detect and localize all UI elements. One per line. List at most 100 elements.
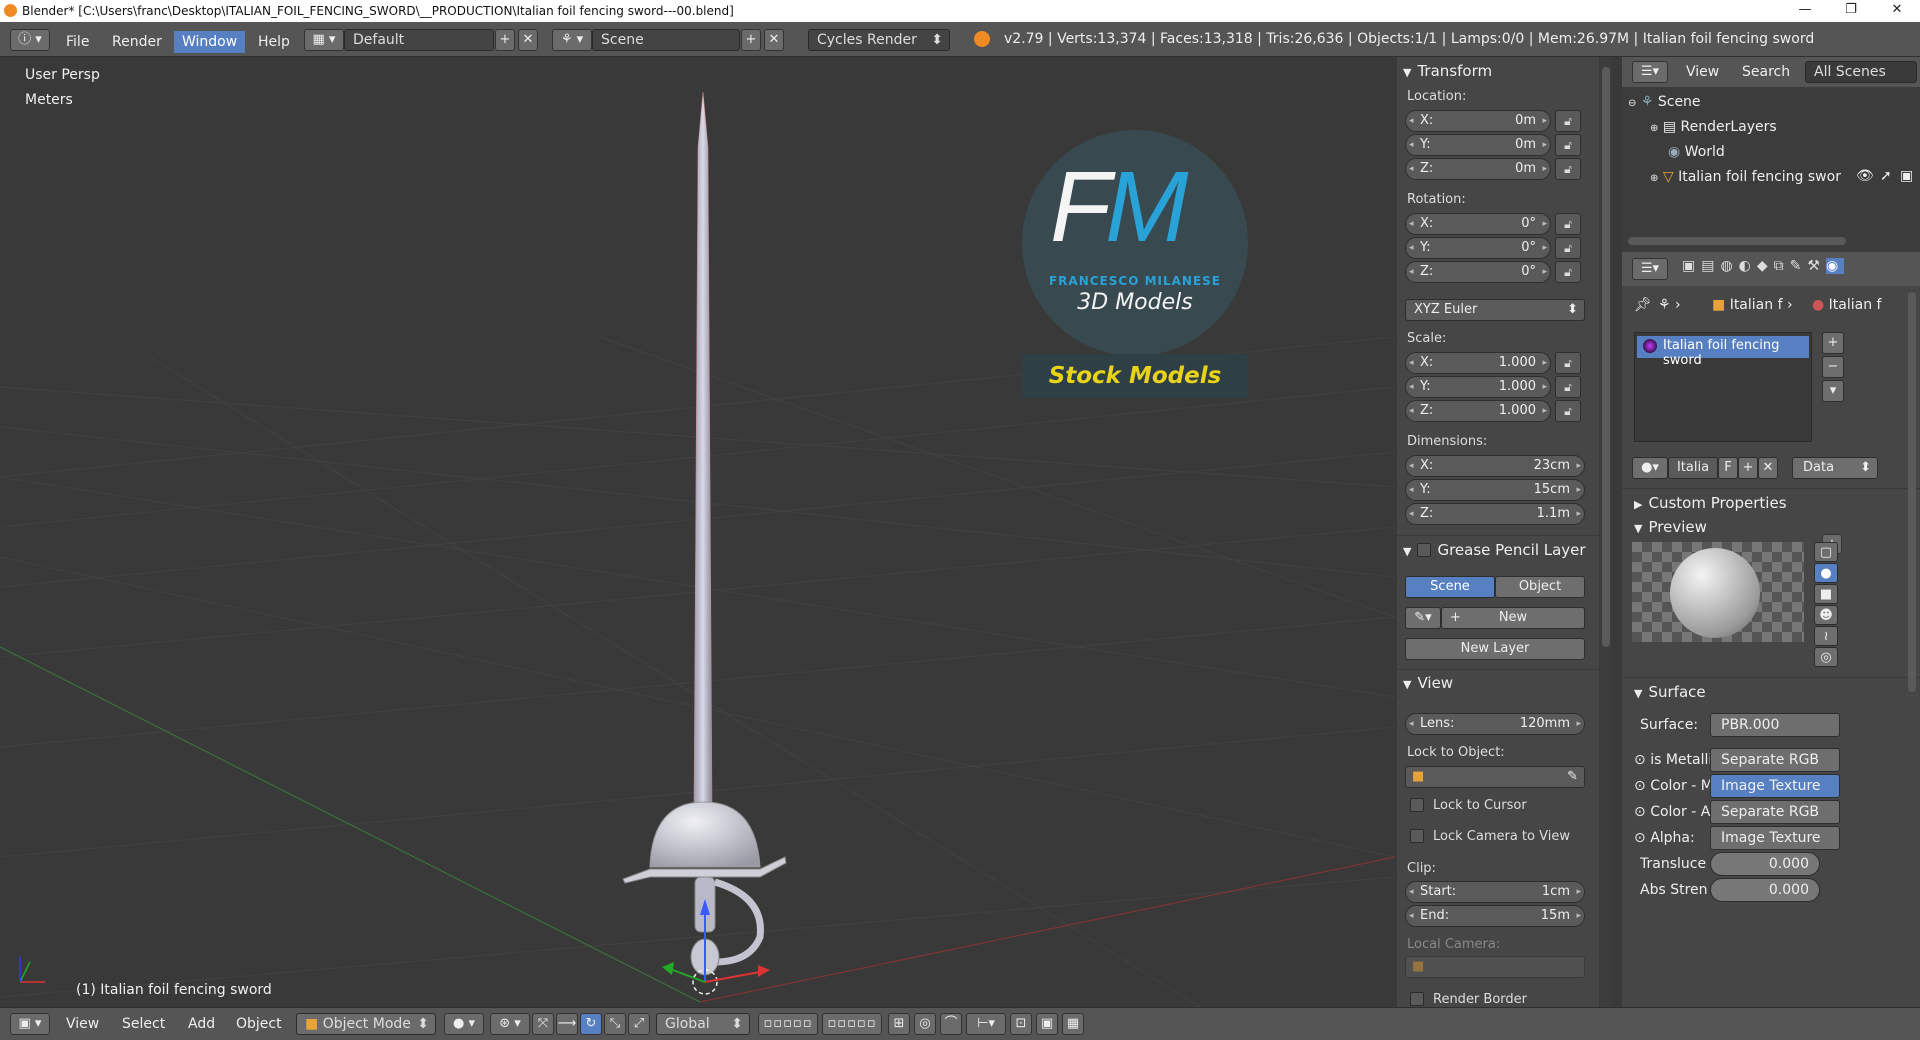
snap-target-icon[interactable]: ⊡ xyxy=(1010,1013,1032,1035)
menu-select[interactable]: Select xyxy=(122,1016,165,1032)
material-slots-list[interactable]: Italian foil fencing sword xyxy=(1634,332,1812,442)
context-tabs[interactable]: ▣▤◍◐◆⧉✎⚒◉ xyxy=(1682,258,1920,280)
unlink-material-icon[interactable]: ✕ xyxy=(1758,457,1778,479)
tree-item-renderlayers[interactable]: ⊕ ▤ RenderLayers xyxy=(1650,119,1777,135)
local-camera-field[interactable]: ■ xyxy=(1405,956,1585,978)
dimensions-y-field[interactable]: ◂ Y: 15cm ▸ xyxy=(1405,479,1585,501)
clip-start-field[interactable]: ◂ Start: 1cm ▸ xyxy=(1405,881,1585,903)
breadcrumb-object[interactable]: ■ Italian f › xyxy=(1712,297,1793,313)
proportional-edit-icon[interactable]: ◎ xyxy=(914,1013,936,1035)
lock-object-field[interactable]: ■ ✎ xyxy=(1405,766,1585,788)
lens-field[interactable]: ◂ Lens: 120mm ▸ xyxy=(1405,713,1585,735)
shading-select[interactable]: ● ▾ xyxy=(444,1013,484,1035)
lock-icon[interactable]: 🔓︎ xyxy=(1555,134,1581,156)
add-scene-icon[interactable]: + xyxy=(741,29,761,51)
close-button[interactable]: ✕ xyxy=(1874,0,1920,22)
new-layer-button[interactable]: New Layer xyxy=(1405,638,1585,660)
lock-icon[interactable]: 🔓︎ xyxy=(1555,376,1581,398)
tree-item-world[interactable]: ◉ World xyxy=(1668,144,1725,160)
view-section-header[interactable]: ▼ View xyxy=(1403,674,1453,692)
fake-user-button[interactable]: F xyxy=(1718,457,1738,479)
render-border-checkbox[interactable] xyxy=(1410,992,1424,1006)
rotation-x-field[interactable]: ◂ X: 0° ▸ xyxy=(1405,213,1551,235)
add-layout-icon[interactable]: + xyxy=(495,29,515,51)
rotation-y-field[interactable]: ◂ Y: 0° ▸ xyxy=(1405,237,1551,259)
eye-icon[interactable]: 👁︎ xyxy=(1856,168,1874,184)
camera-render-icon[interactable]: ▣ xyxy=(1900,168,1913,184)
preview-flat-icon[interactable]: ▢ xyxy=(1814,542,1838,562)
scene-icon[interactable]: ⚘ ▾ xyxy=(552,29,592,51)
transform-header[interactable]: ▼ Transform xyxy=(1403,62,1492,80)
editor-type-icon[interactable]: ⓘ ▾ xyxy=(10,29,50,51)
input-color-ab[interactable]: ⊙ Color - Ab xyxy=(1634,804,1719,820)
mode-select[interactable]: ■ Object Mode ⬍ xyxy=(296,1013,436,1035)
menu-render[interactable]: Render xyxy=(104,31,170,53)
scale-z-field[interactable]: ◂ Z: 1.000 ▸ xyxy=(1405,400,1551,422)
menu-object[interactable]: Object xyxy=(236,1016,282,1032)
input-color-ab-link[interactable]: Separate RGB xyxy=(1710,800,1840,824)
tab-object[interactable]: Object xyxy=(1495,576,1585,598)
menu-help[interactable]: Help xyxy=(250,31,298,53)
tree-item-object[interactable]: ⊕ ▽ Italian foil fencing swor xyxy=(1650,169,1841,185)
location-x-field[interactable]: ◂ X: 0m ▸ xyxy=(1405,110,1551,132)
snap-select[interactable]: ⊢▾ xyxy=(966,1013,1006,1035)
input-metallic[interactable]: ⊙ is Metallic xyxy=(1634,752,1720,768)
new-gpencil-button[interactable]: + New xyxy=(1441,607,1585,629)
pivot-select[interactable]: ⊛ ▾ xyxy=(490,1013,530,1035)
menu-file[interactable]: File xyxy=(58,31,97,53)
layout-icon[interactable]: ▦ ▾ xyxy=(304,29,344,51)
dimensions-x-field[interactable]: ◂ X: 23cm ▸ xyxy=(1405,455,1585,477)
dimensions-z-field[interactable]: ◂ Z: 1.1m ▸ xyxy=(1405,503,1585,525)
translucence-field[interactable]: 0.000 xyxy=(1710,852,1820,876)
surface-header[interactable]: ▼ Surface xyxy=(1634,683,1706,701)
display-mode-select[interactable]: All Scenes xyxy=(1805,61,1917,83)
input-color-ma-link[interactable]: Image Texture xyxy=(1710,774,1840,798)
input-alpha-link[interactable]: Image Texture xyxy=(1710,826,1840,850)
eyedropper-icon[interactable]: ✎ xyxy=(1567,767,1578,787)
location-y-field[interactable]: ◂ Y: 0m ▸ xyxy=(1405,134,1551,156)
menu-view[interactable]: View xyxy=(66,1016,99,1032)
grease-pencil-checkbox[interactable] xyxy=(1417,543,1432,557)
layers-grid-2[interactable]: ▫▫▫▫▫ xyxy=(822,1013,882,1035)
scrollbar-thumb[interactable] xyxy=(1602,67,1610,647)
menu-window[interactable]: Window xyxy=(174,31,246,53)
layers-grid-1[interactable]: ▫▫▫▫▫ xyxy=(758,1013,818,1035)
layout-field[interactable]: Default xyxy=(344,29,494,51)
view3d-editor-icon[interactable]: ▣ ▾ xyxy=(10,1013,50,1035)
scale-y-field[interactable]: ◂ Y: 1.000 ▸ xyxy=(1405,376,1551,398)
lock-icon[interactable]: 🔓︎ xyxy=(1555,352,1581,374)
maximize-button[interactable]: ❐ xyxy=(1828,0,1874,22)
slot-menu-button[interactable]: ▾ xyxy=(1822,380,1844,402)
input-color-ma[interactable]: ⊙ Color - Ma xyxy=(1634,778,1721,794)
translate-icon[interactable]: ⟶ xyxy=(556,1013,578,1035)
rotation-mode-select[interactable]: XYZ Euler ⬍ xyxy=(1405,299,1585,321)
opengl-render-icon[interactable]: ▣ xyxy=(1036,1013,1058,1035)
render-engine-select[interactable]: Cycles Render ⬍ xyxy=(808,29,950,51)
remove-layout-icon[interactable]: ✕ xyxy=(518,29,538,51)
opengl-anim-icon[interactable]: ▦ xyxy=(1062,1013,1084,1035)
input-metallic-link[interactable]: Separate RGB xyxy=(1710,748,1840,772)
rotation-z-field[interactable]: ◂ Z: 0° ▸ xyxy=(1405,261,1551,283)
preview-monkey-icon[interactable]: ☻ xyxy=(1814,605,1838,625)
outliner-scrollbar[interactable] xyxy=(1628,237,1846,245)
scene-field[interactable]: Scene xyxy=(592,29,740,51)
add-slot-button[interactable]: + xyxy=(1822,332,1844,354)
pin-icon[interactable]: 📌︎ xyxy=(1634,297,1652,313)
outliner-search-menu[interactable]: Search xyxy=(1742,64,1790,80)
preview-header[interactable]: ▼ Preview xyxy=(1634,518,1707,536)
material-slot-item[interactable]: Italian foil fencing sword xyxy=(1637,336,1809,368)
tree-item-scene[interactable]: ⊖ ⚘ Scene xyxy=(1628,94,1701,110)
location-z-field[interactable]: ◂ Z: 0m ▸ xyxy=(1405,158,1551,180)
3d-viewport[interactable]: User Persp Meters (1) Italian foil fenci… xyxy=(0,57,1395,1007)
pencil-icon[interactable]: ✎▾ xyxy=(1405,607,1441,629)
new-material-icon[interactable]: + xyxy=(1738,457,1758,479)
lock-icon[interactable]: 🔓︎ xyxy=(1555,158,1581,180)
outliner-editor-icon[interactable]: ☰▾ xyxy=(1632,61,1668,83)
remove-scene-icon[interactable]: ✕ xyxy=(764,29,784,51)
preview-hair-icon[interactable]: ≀ xyxy=(1814,626,1838,646)
preview-sphere-icon[interactable]: ● xyxy=(1814,563,1838,583)
orientation-select[interactable]: Global ⬍ xyxy=(656,1013,750,1035)
rotate-icon[interactable]: ↻ xyxy=(580,1013,602,1035)
lock-icon[interactable]: 🔓︎ xyxy=(1555,213,1581,235)
preview-world-icon[interactable]: ◎ xyxy=(1814,647,1838,667)
